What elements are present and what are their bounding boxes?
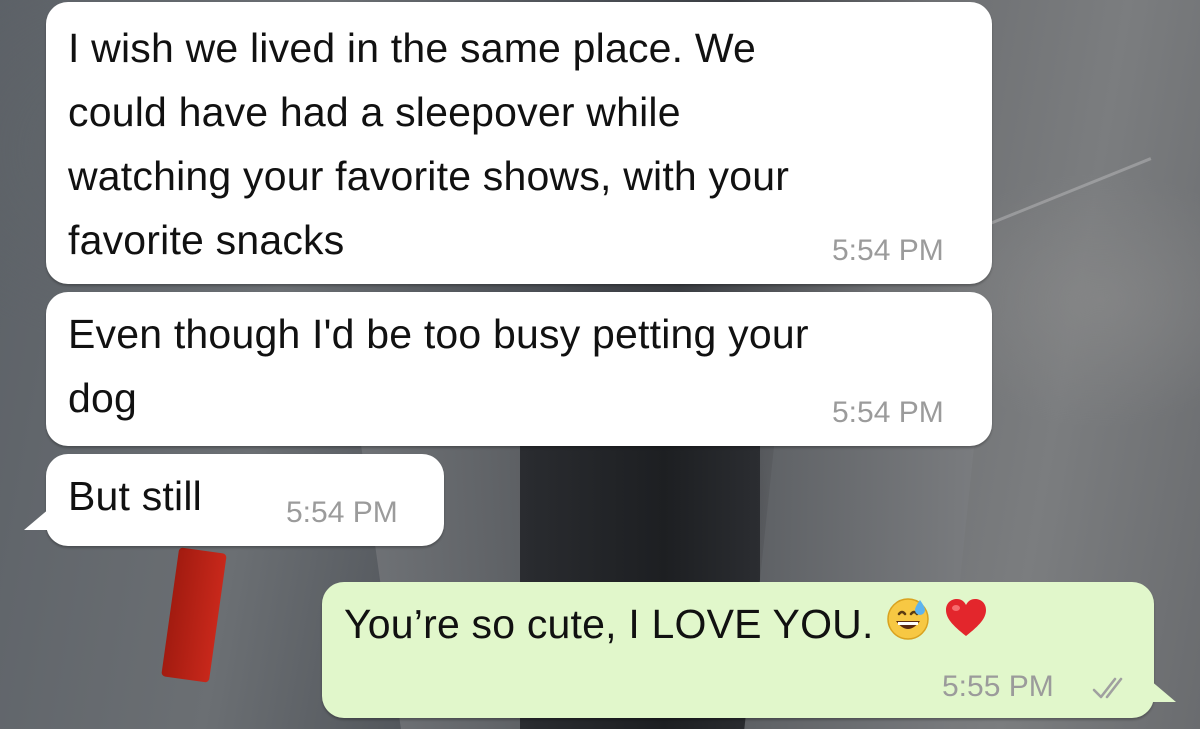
message-text: But still	[68, 464, 202, 528]
message-line: watching your favorite shows, with your	[68, 153, 790, 199]
message-line: could have had a sleepover while	[68, 89, 681, 135]
red-heart-emoji	[942, 594, 990, 660]
grinning-sweat-emoji	[884, 594, 932, 660]
message-timestamp: 5:54 PM	[286, 496, 398, 529]
message-line: favorite snacks	[68, 217, 345, 263]
message-line: But still	[68, 473, 202, 519]
bubble-tail	[24, 508, 50, 530]
message-line: You’re so cute, I LOVE YOU.	[344, 601, 874, 647]
message-timestamp: 5:54 PM	[832, 396, 944, 429]
message-timestamp: 5:54 PM	[832, 234, 944, 267]
message-line: I wish we lived in the same place. We	[68, 25, 757, 71]
message-text: I wish we lived in the same place. We co…	[68, 16, 789, 272]
message-bubble-incoming[interactable]: I wish we lived in the same place. We co…	[46, 2, 992, 284]
bubble-tail	[1150, 680, 1176, 702]
message-line: Even though I'd be too busy petting your	[68, 311, 809, 357]
message-line: dog	[68, 375, 138, 421]
message-bubble-outgoing[interactable]: You’re so cute, I LOVE YOU. 5:55 PM	[322, 582, 1154, 718]
message-text: Even though I'd be too busy petting your…	[68, 302, 809, 430]
message-bubble-incoming[interactable]: But still 5:54 PM	[46, 454, 444, 546]
message-timestamp: 5:55 PM	[942, 670, 1054, 703]
message-bubble-incoming[interactable]: Even though I'd be too busy petting your…	[46, 292, 992, 446]
read-receipt-icon	[1092, 676, 1134, 705]
message-text: You’re so cute, I LOVE YOU.	[344, 592, 990, 660]
wallpaper-shape	[161, 547, 227, 683]
